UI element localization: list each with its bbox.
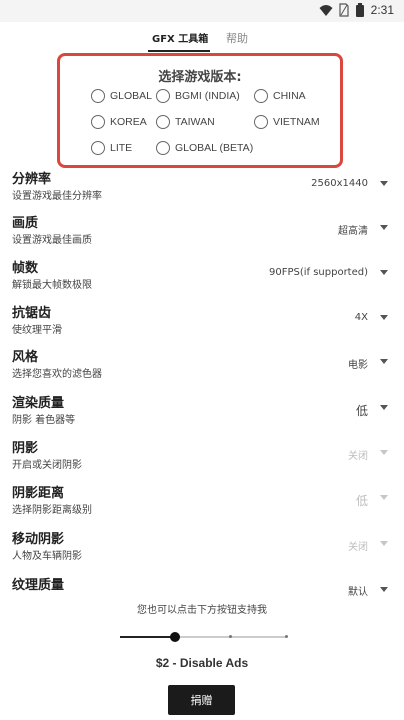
setting-desc: 选择您喜欢的滤色器 bbox=[12, 369, 102, 380]
setting-title: 纹理质量 bbox=[12, 578, 65, 593]
setting-value[interactable]: 4X bbox=[355, 312, 368, 323]
setting-desc: 阴影 着色器等 bbox=[12, 415, 76, 426]
setting-value[interactable]: 电影 bbox=[348, 356, 368, 371]
setting-style[interactable]: 风格 选择您喜欢的滤色器 电影 bbox=[0, 346, 404, 390]
setting-value: 关闭 bbox=[348, 542, 368, 553]
setting-fps[interactable]: 帧数 解锁最大帧数极限 90FPS(if supported) bbox=[0, 257, 404, 301]
radio-circle-icon bbox=[254, 115, 268, 129]
radio-global[interactable]: GLOBAL bbox=[91, 89, 152, 103]
donation-slider[interactable] bbox=[120, 632, 288, 642]
support-text: 您也可以点击下方按钮支持我 bbox=[137, 605, 267, 616]
setting-value[interactable]: 90FPS(if supported) bbox=[269, 267, 368, 278]
setting-value: 关闭 bbox=[348, 451, 368, 462]
radio-label: LITE bbox=[110, 142, 133, 154]
tab-help[interactable]: 帮助 bbox=[226, 30, 248, 46]
sim-icon bbox=[339, 3, 349, 17]
dropdown-caret-icon[interactable] bbox=[380, 181, 388, 186]
setting-render-quality[interactable]: 渲染质量 阴影 着色器等 低 bbox=[0, 392, 404, 436]
setting-desc: 使纹理平滑 bbox=[12, 325, 62, 336]
setting-antialiasing[interactable]: 抗锯齿 使纹理平滑 4X bbox=[0, 302, 404, 346]
setting-desc: 人物及车辆阴影 bbox=[12, 551, 82, 562]
setting-title: 风格 bbox=[12, 350, 39, 365]
status-time: 2:31 bbox=[370, 3, 394, 17]
setting-value[interactable]: 默认 bbox=[348, 583, 368, 598]
radio-bgmi[interactable]: BGMI (INDIA) bbox=[156, 89, 240, 103]
setting-value[interactable]: 2560x1440 bbox=[311, 178, 368, 189]
radio-label: CHINA bbox=[273, 90, 306, 102]
setting-desc: 解锁最大帧数极限 bbox=[12, 280, 92, 291]
radio-circle-icon bbox=[156, 141, 170, 155]
setting-shadows: 阴影 开启或关闭阴影 关闭 bbox=[0, 437, 404, 481]
radio-lite[interactable]: LITE bbox=[91, 141, 132, 155]
radio-label: TAIWAN bbox=[175, 116, 215, 128]
tab-bar: GFX 工具箱 帮助 bbox=[0, 22, 404, 52]
radio-vietnam[interactable]: VIETNAM bbox=[254, 115, 320, 129]
radio-label: KOREA bbox=[110, 116, 147, 128]
radio-korea[interactable]: KOREA bbox=[91, 115, 147, 129]
dropdown-caret-icon[interactable] bbox=[380, 405, 388, 410]
setting-shadow-distance: 阴影距离 选择阴影距离级别 低 bbox=[0, 482, 404, 526]
price-label: $2 - Disable Ads bbox=[155, 656, 249, 670]
setting-title: 分辨率 bbox=[12, 172, 52, 187]
radio-circle-icon bbox=[254, 89, 268, 103]
setting-graphics[interactable]: 画质 设置游戏最佳画质 超高清 bbox=[0, 212, 404, 256]
setting-title: 阴影 bbox=[12, 441, 39, 456]
setting-title: 移动阴影 bbox=[12, 532, 65, 547]
setting-value[interactable]: 低 bbox=[356, 402, 368, 419]
slider-tick[interactable] bbox=[229, 635, 233, 638]
setting-desc: 设置游戏最佳画质 bbox=[12, 235, 92, 246]
setting-title: 渲染质量 bbox=[12, 396, 65, 411]
radio-circle-icon bbox=[156, 89, 170, 103]
setting-resolution[interactable]: 分辨率 设置游戏最佳分辨率 2560x1440 bbox=[0, 168, 404, 212]
version-selector-title: 选择游戏版本: bbox=[158, 70, 242, 85]
radio-global-beta[interactable]: GLOBAL (BETA) bbox=[156, 141, 253, 155]
setting-moving-shadows: 移动阴影 人物及车辆阴影 关闭 bbox=[0, 528, 404, 572]
battery-icon bbox=[355, 3, 364, 17]
radio-circle-icon bbox=[91, 89, 105, 103]
slider-fill bbox=[120, 636, 175, 638]
active-tab-indicator bbox=[148, 50, 210, 52]
setting-desc: 开启或关闭阴影 bbox=[12, 460, 82, 471]
tab-gfx-tool[interactable]: GFX 工具箱 bbox=[152, 30, 208, 45]
slider-tick[interactable] bbox=[284, 635, 288, 638]
dropdown-caret-icon bbox=[380, 495, 388, 500]
status-icons: 2:31 bbox=[319, 3, 394, 17]
dropdown-caret-icon[interactable] bbox=[380, 270, 388, 275]
setting-value: 低 bbox=[355, 494, 368, 508]
dropdown-caret-icon bbox=[380, 450, 388, 455]
radio-circle-icon bbox=[91, 115, 105, 129]
status-bar: 2:31 bbox=[0, 0, 404, 22]
radio-label: BGMI (INDIA) bbox=[175, 90, 240, 102]
setting-desc: 选择阴影距离级别 bbox=[12, 505, 92, 516]
version-selector: 选择游戏版本: GLOBAL BGMI (INDIA) CHINA KOREA … bbox=[57, 53, 343, 168]
setting-desc: 设置游戏最佳分辨率 bbox=[12, 191, 102, 202]
radio-taiwan[interactable]: TAIWAN bbox=[156, 115, 215, 129]
radio-label: GLOBAL (BETA) bbox=[175, 142, 254, 154]
wifi-icon bbox=[319, 5, 333, 16]
donate-button[interactable]: 捐赠 bbox=[168, 685, 235, 715]
radio-label: VIETNAM bbox=[273, 116, 320, 128]
dropdown-caret-icon[interactable] bbox=[380, 359, 388, 364]
setting-title: 阴影距离 bbox=[12, 486, 65, 501]
setting-title: 画质 bbox=[12, 216, 39, 231]
radio-circle-icon bbox=[156, 115, 170, 129]
setting-title: 抗锯齿 bbox=[12, 306, 52, 321]
dropdown-caret-icon[interactable] bbox=[380, 587, 388, 592]
slider-thumb[interactable] bbox=[169, 632, 180, 642]
dropdown-caret-icon[interactable] bbox=[380, 225, 388, 230]
radio-circle-icon bbox=[91, 141, 105, 155]
dropdown-caret-icon[interactable] bbox=[380, 315, 388, 320]
dropdown-caret-icon bbox=[380, 541, 388, 546]
setting-title: 帧数 bbox=[12, 261, 39, 276]
radio-label: GLOBAL bbox=[110, 90, 153, 102]
setting-value[interactable]: 超高清 bbox=[338, 222, 368, 237]
radio-china[interactable]: CHINA bbox=[254, 89, 306, 103]
